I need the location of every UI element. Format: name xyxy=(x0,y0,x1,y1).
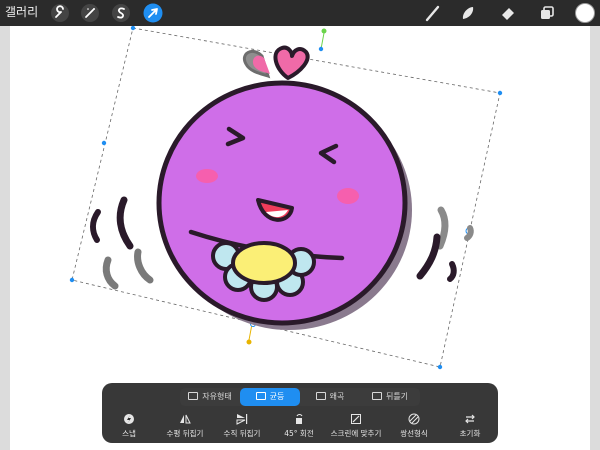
action-label: 수직 뒤집기 xyxy=(223,429,261,438)
snap-icon xyxy=(123,413,135,425)
rotate-icon xyxy=(293,413,305,425)
action-label: 45° 회전 xyxy=(284,429,314,438)
mode-label: 왜곡 xyxy=(329,392,345,401)
flip-horizontal-button[interactable]: 수평 뒤집기 xyxy=(155,413,215,441)
snap-button[interactable]: 스냅 xyxy=(99,413,159,441)
mode-uniform[interactable]: 균등 xyxy=(240,388,300,406)
mode-distort[interactable]: 왜곡 xyxy=(300,388,360,406)
mode-freeform[interactable]: 자유형태 xyxy=(180,388,240,406)
wrench-icon[interactable] xyxy=(50,3,70,23)
action-label: 쌍선형식 xyxy=(400,429,428,438)
current-color-swatch[interactable] xyxy=(575,3,595,23)
mode-warp[interactable]: 뒤틀기 xyxy=(360,388,420,406)
action-label: 스크린에 맞추기 xyxy=(330,429,382,438)
mode-label: 자유형태 xyxy=(202,392,232,401)
rotate-45-button[interactable]: 45° 회전 xyxy=(269,413,329,441)
transform-mode-selector: 자유형태 균등 왜곡 뒤틀기 xyxy=(180,388,420,406)
flip-horizontal-icon xyxy=(179,413,191,425)
eraser-icon[interactable] xyxy=(498,3,518,23)
fit-to-screen-button[interactable]: 스크린에 맞추기 xyxy=(326,413,386,441)
selection-s-icon[interactable] xyxy=(111,3,131,23)
gallery-button[interactable]: 갤러리 xyxy=(5,4,38,20)
layers-icon[interactable] xyxy=(537,3,557,23)
interpolation-button[interactable]: 쌍선형식 xyxy=(384,413,444,441)
reset-button[interactable]: 초기화 xyxy=(440,413,500,441)
action-label: 스냅 xyxy=(122,429,136,438)
motion-lines-right xyxy=(416,206,474,282)
transform-toolbar: 자유형태 균등 왜곡 뒤틀기 스냅 수평 뒤집기 수직 뒤집기 45° 회전 스… xyxy=(102,383,498,443)
flip-vertical-icon xyxy=(236,413,248,425)
warp-icon xyxy=(371,391,382,400)
hair-bow xyxy=(243,45,310,80)
flip-vertical-button[interactable]: 수직 뒤집기 xyxy=(212,413,272,441)
freeform-icon xyxy=(188,391,199,400)
magic-wand-icon[interactable] xyxy=(80,3,100,23)
action-label: 수평 뒤집기 xyxy=(166,429,204,438)
motion-lines-left xyxy=(90,196,154,290)
distort-icon xyxy=(315,391,326,400)
fit-to-screen-icon xyxy=(350,413,362,425)
pivot-handle[interactable] xyxy=(246,339,252,345)
arrow-cursor-icon[interactable] xyxy=(143,3,163,23)
brush-icon[interactable] xyxy=(423,3,443,23)
rotation-handle[interactable] xyxy=(321,28,327,34)
reset-icon xyxy=(464,413,476,425)
top-toolbar: 갤러리 xyxy=(0,0,600,26)
uniform-icon xyxy=(255,391,266,400)
mode-label: 뒤틀기 xyxy=(385,392,409,401)
interpolation-icon xyxy=(408,413,420,425)
action-label: 초기화 xyxy=(459,429,481,438)
smudge-icon[interactable] xyxy=(458,3,478,23)
mode-label: 균등 xyxy=(269,392,285,401)
